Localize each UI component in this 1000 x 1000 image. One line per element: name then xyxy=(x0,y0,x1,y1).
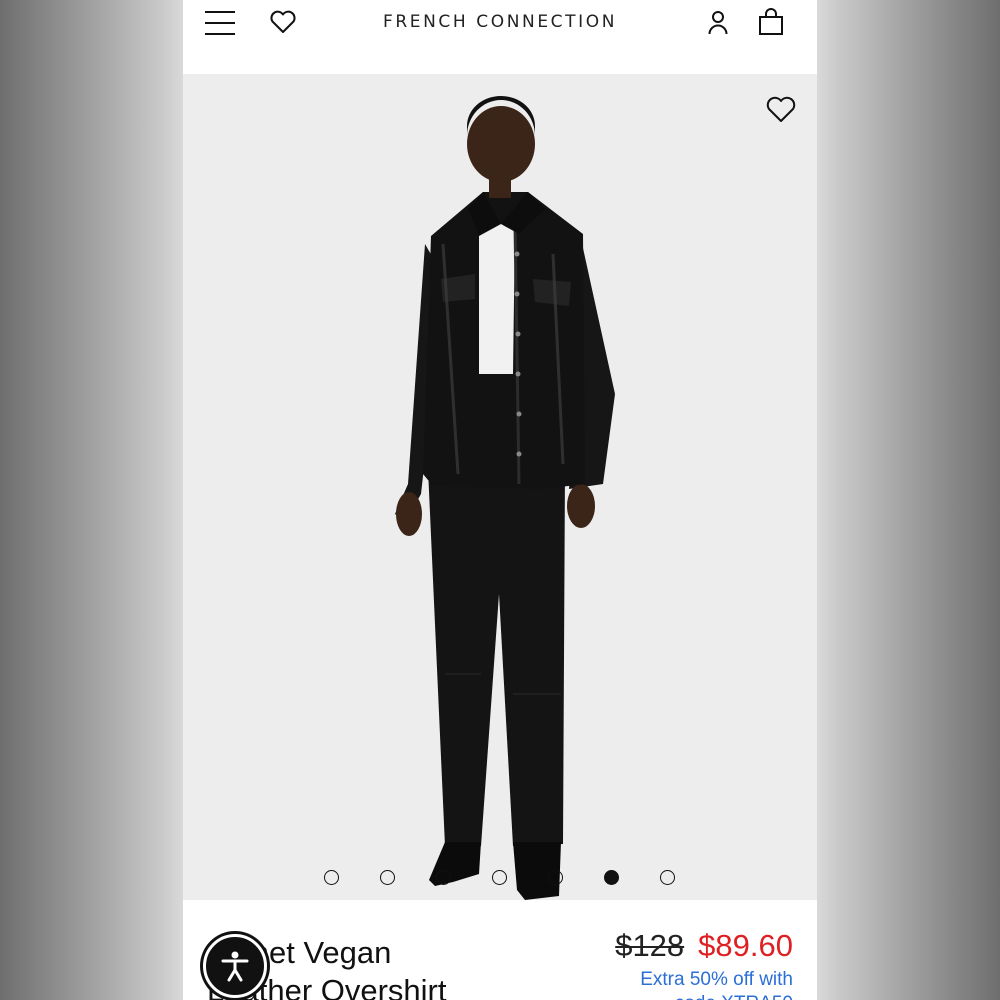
brand-logo[interactable]: FRENCH CONNECTION xyxy=(353,12,647,32)
hamburger-menu-icon[interactable] xyxy=(205,9,235,37)
accessibility-icon[interactable] xyxy=(203,934,267,998)
gallery-dot[interactable] xyxy=(380,870,395,885)
gallery-dot[interactable] xyxy=(548,870,563,885)
promo-line2: code XTRA50 xyxy=(640,992,793,1000)
gallery-pagination xyxy=(183,870,817,886)
promo-text: Extra 50% off with code XTRA50 xyxy=(640,968,793,1000)
product-image-gallery[interactable] xyxy=(183,74,817,900)
promo-line1: Extra 50% off with xyxy=(640,969,793,990)
original-price: $128 xyxy=(615,928,685,963)
site-header: FRENCH CONNECTION xyxy=(183,0,817,74)
add-to-wishlist-heart-icon[interactable] xyxy=(765,96,797,129)
price-row: $128 $89.60 xyxy=(615,928,793,964)
product-photo xyxy=(395,96,615,900)
phone-screen: FRENCH CONNECTION Fomet Vegan Leather Ov… xyxy=(183,0,817,1000)
gallery-dot[interactable] xyxy=(324,870,339,885)
shopping-bag-icon[interactable] xyxy=(758,8,784,41)
product-info: Fomet Vegan Leather Overshirt $128 $89.60… xyxy=(183,900,817,1000)
gallery-dot-active[interactable] xyxy=(604,870,619,885)
gallery-dot[interactable] xyxy=(436,870,451,885)
sale-price: $89.60 xyxy=(698,928,793,963)
user-account-icon[interactable] xyxy=(707,10,729,41)
gallery-dot[interactable] xyxy=(492,870,507,885)
wishlist-heart-icon[interactable] xyxy=(269,10,297,39)
gallery-dot[interactable] xyxy=(660,870,675,885)
